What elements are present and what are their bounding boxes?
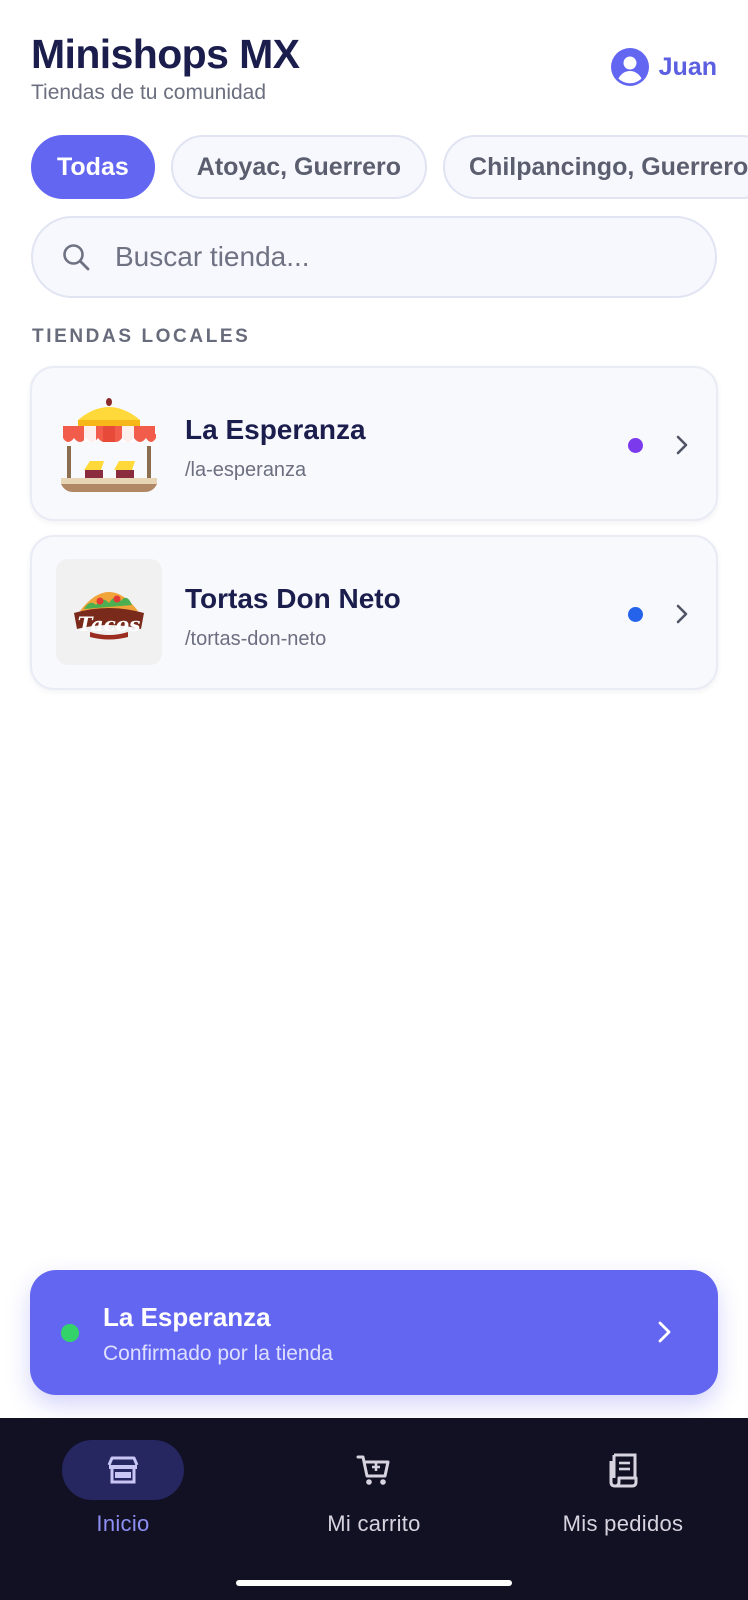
store-status-dot [628, 438, 643, 453]
receipt-icon [609, 1453, 638, 1488]
filter-chip-todas[interactable]: Todas [31, 135, 155, 199]
nav-label: Mis pedidos [562, 1511, 684, 1536]
active-order-banner[interactable]: La Esperanza Confirmado por la tienda [30, 1270, 718, 1395]
user-name: Juan [658, 52, 717, 81]
section-label: TIENDAS LOCALES [32, 326, 251, 347]
chevron-right-icon [676, 604, 688, 624]
home-indicator[interactable] [236, 1580, 512, 1586]
location-filters: Todas Atoyac, Guerrero Chilpancingo, Gue… [31, 135, 748, 199]
nav-label: Inicio [96, 1511, 150, 1536]
search-bar[interactable] [31, 216, 717, 298]
search-input[interactable] [115, 241, 675, 273]
app-header: Minishops MX Tiendas de tu comunidad Jua… [31, 30, 717, 114]
order-status-text: Confirmado por la tienda [103, 1342, 333, 1365]
store-status-dot [628, 607, 643, 622]
store-icon [107, 1456, 139, 1484]
store-card-tortas-don-neto[interactable]: Tacos Tortas Don Neto /tortas-don-neto [30, 535, 718, 690]
nav-label: Mi carrito [327, 1511, 421, 1536]
store-card-la-esperanza[interactable]: La Esperanza /la-esperanza [30, 366, 718, 521]
store-name: La Esperanza [185, 414, 366, 445]
store-slug: /tortas-don-neto [185, 628, 327, 650]
cart-icon [356, 1455, 390, 1485]
nav-item-mi-carrito[interactable]: Mi carrito [284, 1440, 464, 1550]
chevron-right-icon [658, 1321, 671, 1343]
store-list: La Esperanza /la-esperanza Tacos Tortas … [30, 366, 718, 704]
nav-item-mis-pedidos[interactable]: Mis pedidos [533, 1440, 713, 1550]
filter-chip-atoyac[interactable]: Atoyac, Guerrero [170, 135, 428, 199]
bottom-navigation: Inicio Mi carrito Mis pedidos [0, 1418, 748, 1600]
filter-chip-chilpancingo[interactable]: Chilpancingo, Guerrero [443, 135, 748, 199]
chevron-right-icon [676, 435, 688, 455]
store-slug: /la-esperanza [185, 459, 307, 481]
tacos-logo-text: Tacos [77, 612, 141, 636]
store-name: Tortas Don Neto [185, 583, 401, 614]
search-icon [63, 244, 90, 271]
user-avatar-icon [610, 48, 649, 86]
tacos-logo: Tacos [56, 559, 162, 665]
nav-item-inicio[interactable]: Inicio [33, 1440, 213, 1550]
market-stall-icon [56, 390, 162, 496]
order-store-name: La Esperanza [103, 1302, 271, 1332]
user-profile-button[interactable]: Juan [610, 48, 717, 86]
order-status-dot [61, 1324, 79, 1342]
